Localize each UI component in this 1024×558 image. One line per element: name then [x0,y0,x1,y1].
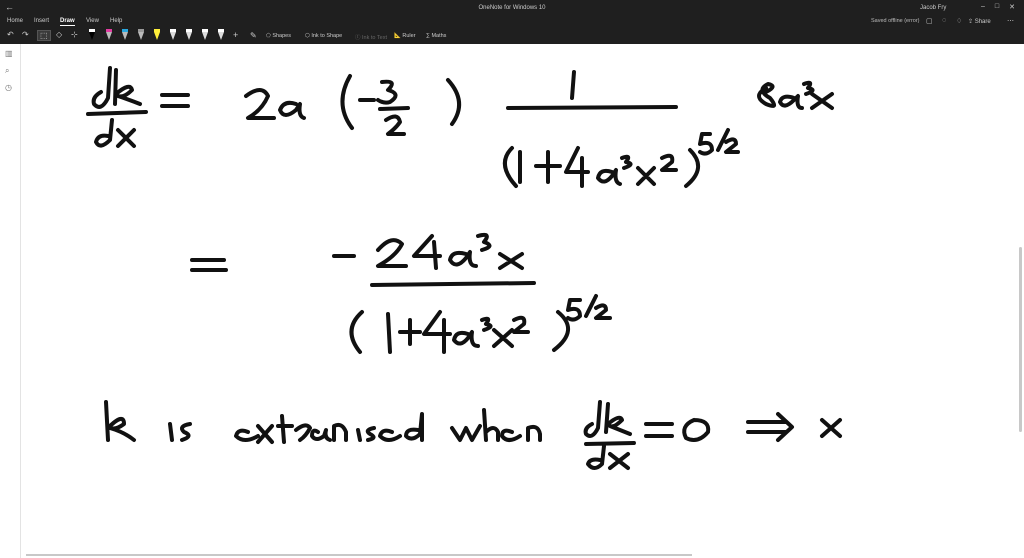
ink-paren-left [340,74,354,130]
ink-denominator-1 [503,146,700,188]
ink-x [820,418,842,438]
ink-k [104,400,136,442]
handwritten-math-ink [86,66,842,470]
ink-dx-denominator [94,118,136,148]
ink-equals-zero [644,418,711,442]
ink-8a2x [757,80,834,110]
ink-fraction-bar-2 [506,105,678,110]
ink-is [168,422,192,442]
ink-paren-right [446,78,461,126]
ink-implies [746,412,794,442]
ink-exponent-5-2-b [566,294,612,322]
ink-denominator-2 [349,310,570,354]
horizontal-scrollbar[interactable] [26,554,692,556]
ink-when [450,408,542,442]
ink-strokes [86,66,842,470]
ink-equals-2 [190,258,228,272]
vertical-scrollbar[interactable] [1019,247,1022,432]
ink-fraction-bar-3 [370,281,536,287]
ink-numerator-1 [570,70,576,100]
ink-equals-1 [160,93,190,108]
ink-24a3x [376,232,524,270]
ink-fraction-bar-1 [86,110,148,116]
ink-minus-3-over-2 [358,79,410,136]
ink-2a [244,88,306,120]
ink-extremised [234,412,424,444]
ink-exponent-5-2 [698,128,740,156]
ink-dk-numerator [91,66,142,109]
ink-dk-over-dx [583,400,636,470]
